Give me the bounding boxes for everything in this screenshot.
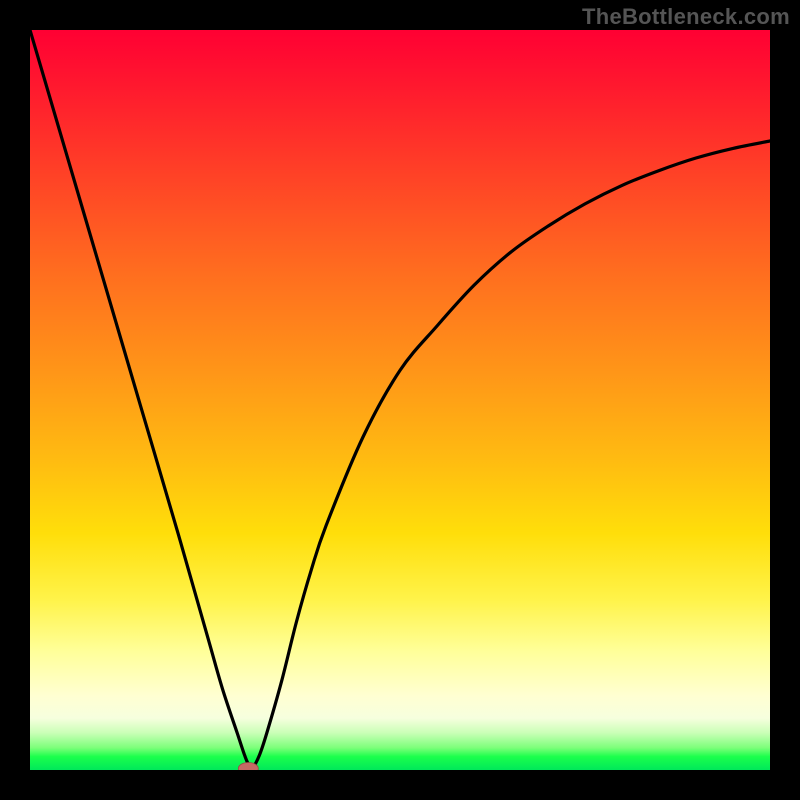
curve-svg (30, 30, 770, 770)
watermark-text: TheBottleneck.com (582, 4, 790, 30)
plot-area (30, 30, 770, 770)
chart-frame: TheBottleneck.com (0, 0, 800, 800)
bottleneck-curve (30, 30, 770, 769)
